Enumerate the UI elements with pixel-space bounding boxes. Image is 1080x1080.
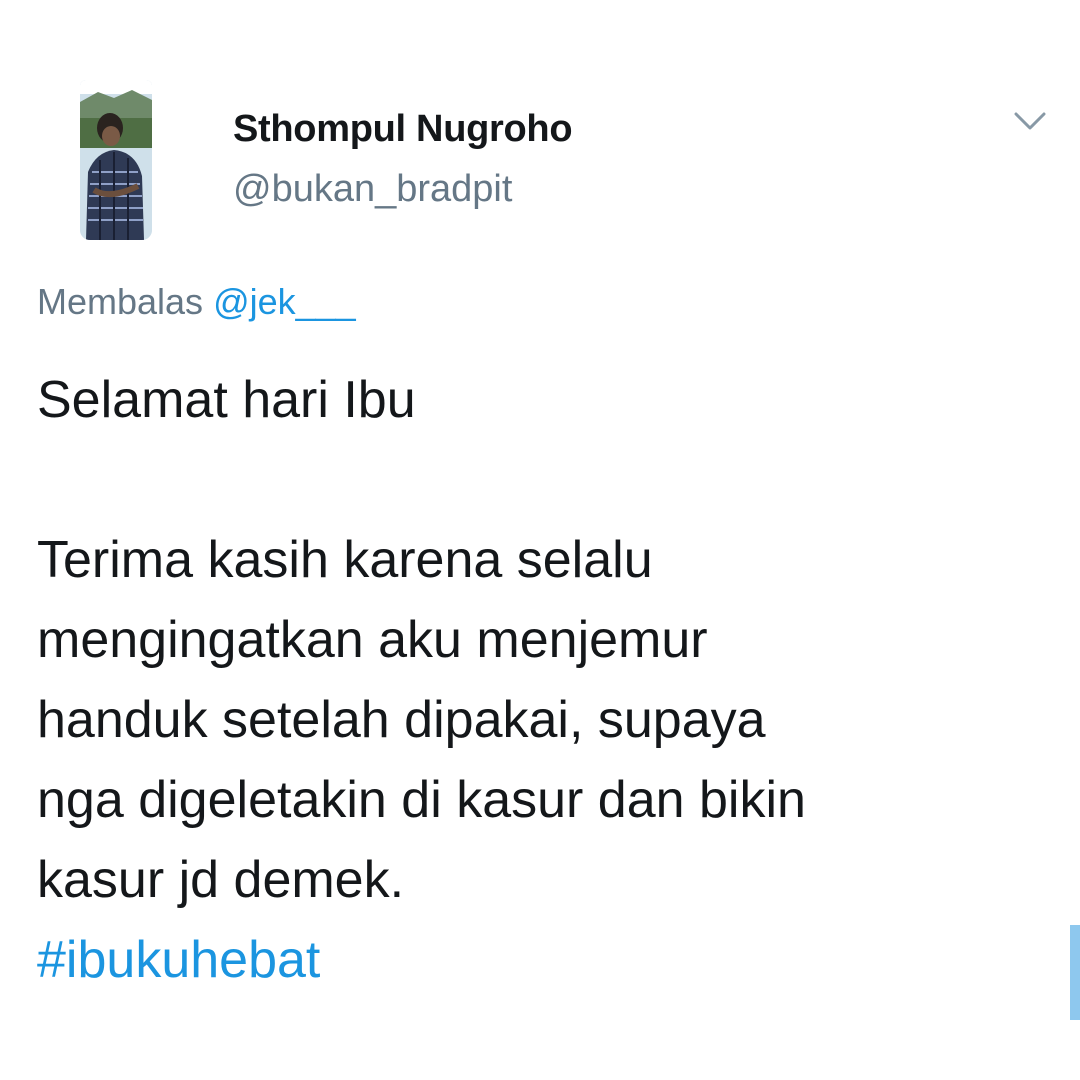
scrollbar-thumb[interactable] xyxy=(1070,925,1080,1020)
reply-mention-link[interactable]: @jek___ xyxy=(213,281,356,322)
tweet-line: handuk setelah dipakai, supaya xyxy=(37,691,766,749)
tweet-line: kasur jd demek. xyxy=(37,851,405,909)
tweet-line: mengingatkan aku menjemur xyxy=(37,611,708,669)
tweet-card: Sthompul Nugroho @bukan_bradpit Membalas… xyxy=(0,0,1080,1080)
tweet-line: Selamat hari Ibu xyxy=(37,371,416,429)
tweet-line: Terima kasih karena selalu xyxy=(37,531,653,589)
tweet-line: nga digeletakin di kasur dan bikin xyxy=(37,771,806,829)
author-name[interactable]: Sthompul Nugroho xyxy=(233,108,573,151)
avatar-photo xyxy=(80,80,152,240)
hashtag-link[interactable]: #ibukuhebat xyxy=(37,931,320,989)
reply-context: Membalas @jek___ xyxy=(37,281,356,323)
chevron-down-icon[interactable] xyxy=(1010,106,1050,136)
author-handle[interactable]: @bukan_bradpit xyxy=(233,168,512,211)
reply-prefix: Membalas xyxy=(37,281,204,322)
tweet-text: Selamat hari Ibu Terima kasih karena sel… xyxy=(37,360,1037,1000)
avatar[interactable] xyxy=(80,80,152,240)
